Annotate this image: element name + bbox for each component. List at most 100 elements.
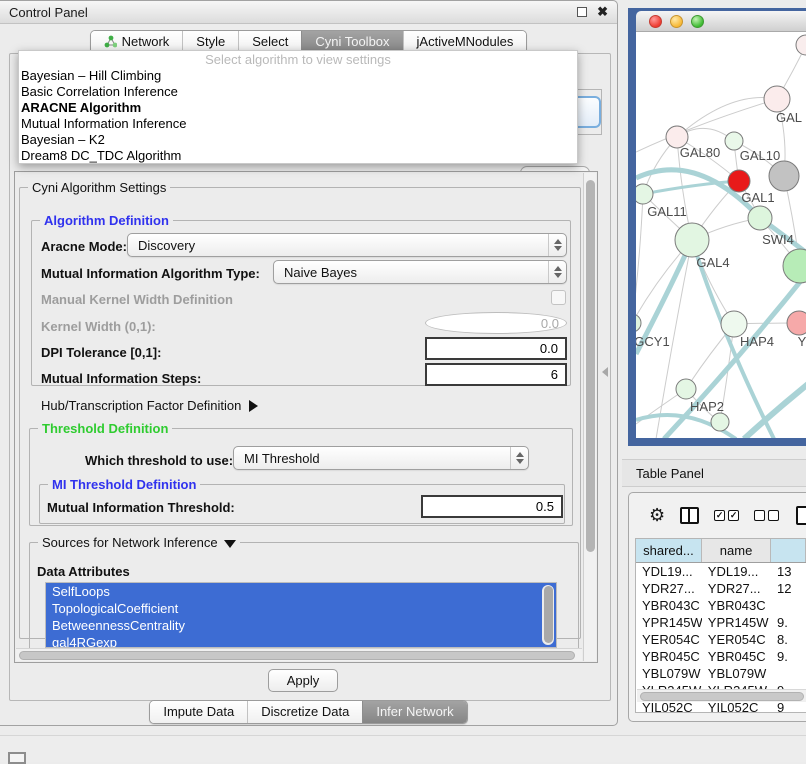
network-canvas[interactable]: GALGAL80GAL10GAL1GAL11SWI4GAL4GCY1HAP4YH… — [636, 32, 806, 438]
mi-type-label: Mutual Information Algorithm Type: — [41, 266, 260, 281]
zoom-window-icon[interactable] — [691, 15, 704, 28]
apply-button[interactable]: Apply — [268, 669, 338, 692]
table-row[interactable]: YDL19...YDL19...13 — [636, 563, 806, 580]
gear-icon[interactable]: ⚙ — [649, 506, 665, 524]
minimize-window-icon[interactable] — [670, 15, 683, 28]
table-row[interactable]: YER054CYER054C8. — [636, 631, 806, 648]
stepper-arrows-icon — [548, 261, 566, 283]
table-cell: 9. — [771, 649, 806, 664]
aracne-mode-combo[interactable]: Discovery — [127, 233, 567, 257]
table-cell: 13 — [771, 564, 806, 579]
table-row[interactable]: YPR145WYPR145W9. — [636, 614, 806, 631]
network-node[interactable] — [675, 223, 709, 257]
columns-icon[interactable] — [680, 507, 699, 524]
settings-vertical-scrollbar[interactable] — [583, 173, 596, 661]
tab-label: Infer Network — [376, 704, 453, 719]
network-node[interactable] — [796, 35, 806, 55]
attributes-scrollbar[interactable] — [542, 585, 554, 645]
close-window-icon[interactable] — [649, 15, 662, 28]
manual-kernel-checkbox[interactable] — [551, 290, 566, 305]
table-cell: YBL079W — [636, 666, 702, 681]
attribute-item[interactable]: TopologicalCoefficient — [46, 600, 556, 617]
network-icon — [104, 35, 117, 48]
control-panel-titlebar: Control Panel ✖ — [0, 1, 617, 24]
node-table[interactable]: shared...name YDL19...YDL19...13YDR27...… — [635, 538, 806, 713]
tab-discretize-data[interactable]: Discretize Data — [247, 701, 362, 723]
node-label: Y — [798, 334, 806, 349]
algorithm-option[interactable]: Basic Correlation Inference — [19, 84, 577, 100]
mi-type-combo[interactable]: Naive Bayes — [273, 260, 567, 284]
tab-label: Discretize Data — [261, 704, 349, 719]
close-panel-icon[interactable]: ✖ — [597, 7, 608, 17]
tab-label: Style — [196, 34, 225, 49]
manual-kernel-label: Manual Kernel Width Definition — [41, 292, 233, 307]
network-node[interactable] — [787, 311, 806, 335]
algorithm-select-popup: Select algorithm to view settings Bayesi… — [18, 50, 578, 164]
stepper-arrows-icon — [548, 234, 566, 256]
control-panel-window: Control Panel ✖ NetworkStyleSelectCyni T… — [0, 0, 618, 726]
table-horizontal-scrollbar[interactable] — [637, 689, 806, 702]
algorithm-option[interactable]: Mutual Information Inference — [19, 116, 577, 132]
chevron-down-icon — [224, 540, 236, 548]
data-attributes-list[interactable]: SelfLoopsTopologicalCoefficientBetweenne… — [45, 582, 557, 648]
table-panel-window: ⚙ ✓✓ shared...name YDL19...YDL19...13YDR… — [628, 492, 806, 722]
attribute-item[interactable]: BetweennessCentrality — [46, 617, 556, 634]
table-row[interactable]: YBR043CYBR043C — [636, 597, 806, 614]
tab-infer-network[interactable]: Infer Network — [362, 701, 466, 723]
tab-impute-data[interactable]: Impute Data — [150, 701, 247, 723]
network-node[interactable] — [748, 206, 772, 230]
sources-group-title[interactable]: Sources for Network Inference — [38, 535, 240, 550]
table-cell: YPR145W — [636, 615, 702, 630]
float-panel-icon[interactable] — [577, 7, 587, 17]
mi-threshold-field[interactable]: 0.5 — [421, 495, 563, 518]
network-node[interactable] — [764, 86, 790, 112]
dpi-tolerance-field[interactable]: 0.0 — [425, 337, 567, 360]
sources-title-text: Sources for Network Inference — [42, 535, 218, 550]
minimized-panel-icon[interactable] — [8, 752, 26, 764]
which-threshold-label: Which threshold to use: — [85, 453, 233, 468]
attribute-item[interactable]: gal4RGexp — [46, 634, 556, 648]
apply-button-label: Apply — [287, 673, 320, 688]
deselect-all-checks-icon[interactable] — [754, 510, 779, 521]
table-panel-titlebar: Table Panel — [622, 459, 806, 487]
network-node[interactable] — [636, 314, 641, 332]
kernel-width-value: 0.0 — [541, 316, 559, 331]
tab-label: Select — [252, 34, 288, 49]
table-row[interactable]: YDR27...YDR27...12 — [636, 580, 806, 597]
stepper-arrows-icon — [510, 447, 528, 469]
algorithm-option[interactable]: ARACNE Algorithm — [19, 100, 577, 116]
algorithm-option[interactable]: Dream8 DC_TDC Algorithm — [19, 148, 577, 164]
table-cell: 12 — [771, 581, 806, 596]
network-node[interactable] — [728, 170, 750, 192]
node-label: GAL11 — [647, 204, 687, 219]
network-node[interactable] — [783, 249, 806, 283]
table-row[interactable]: YBR045CYBR045C9. — [636, 648, 806, 665]
network-view-window[interactable]: GALGAL80GAL10GAL1GAL11SWI4GAL4GCY1HAP4YH… — [628, 8, 806, 446]
network-node[interactable] — [636, 184, 653, 204]
settings-horizontal-scrollbar[interactable] — [16, 648, 582, 661]
mi-steps-field[interactable]: 6 — [425, 363, 567, 386]
column-header[interactable]: shared... — [636, 539, 702, 562]
algorithm-option[interactable]: Bayesian – Hill Climbing — [19, 68, 577, 84]
export-table-icon[interactable] — [796, 506, 806, 525]
column-header[interactable] — [771, 539, 806, 562]
mi-threshold-label: Mutual Information Threshold: — [47, 500, 235, 515]
node-label: GCY1 — [636, 334, 670, 349]
select-all-checks-icon[interactable]: ✓✓ — [714, 510, 739, 521]
table-cell: YDL19... — [636, 564, 702, 579]
splitter-handle-icon[interactable] — [602, 367, 608, 377]
algorithm-option[interactable]: Bayesian – K2 — [19, 132, 577, 148]
hub-definition-toggle[interactable]: Hub/Transcription Factor Definition — [41, 398, 258, 413]
table-row[interactable]: YBL079WYBL079W — [636, 665, 806, 682]
network-node[interactable] — [676, 379, 696, 399]
network-node[interactable] — [711, 413, 729, 431]
tab-label: Cyni Toolbox — [315, 34, 389, 49]
which-threshold-combo[interactable]: MI Threshold — [233, 446, 529, 470]
attribute-item[interactable]: SelfLoops — [46, 583, 556, 600]
network-edge — [636, 194, 643, 323]
column-header[interactable]: name — [702, 539, 771, 562]
kernel-width-field[interactable]: 0.0 — [425, 312, 567, 334]
network-node[interactable] — [769, 161, 799, 191]
table-cell: YER054C — [636, 632, 702, 647]
dpi-tolerance-value: 0.0 — [540, 341, 558, 356]
